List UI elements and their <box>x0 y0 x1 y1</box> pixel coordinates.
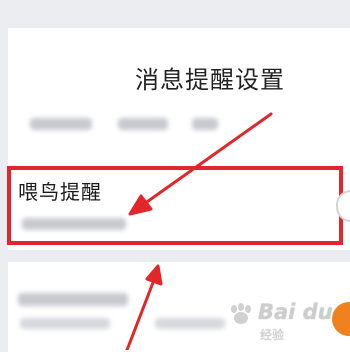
annotation-arrows <box>125 112 273 350</box>
paw-icon <box>231 303 251 324</box>
arrow-head-main <box>128 194 153 216</box>
arrow-line-main <box>142 112 273 206</box>
arrow-line-secondary <box>125 278 156 350</box>
arrow-head-secondary <box>145 264 163 286</box>
watermark-sub: 经验 <box>260 328 285 342</box>
baidu-watermark: Bai du 经验 <box>228 300 346 344</box>
watermark-brand: Bai du <box>258 300 333 324</box>
